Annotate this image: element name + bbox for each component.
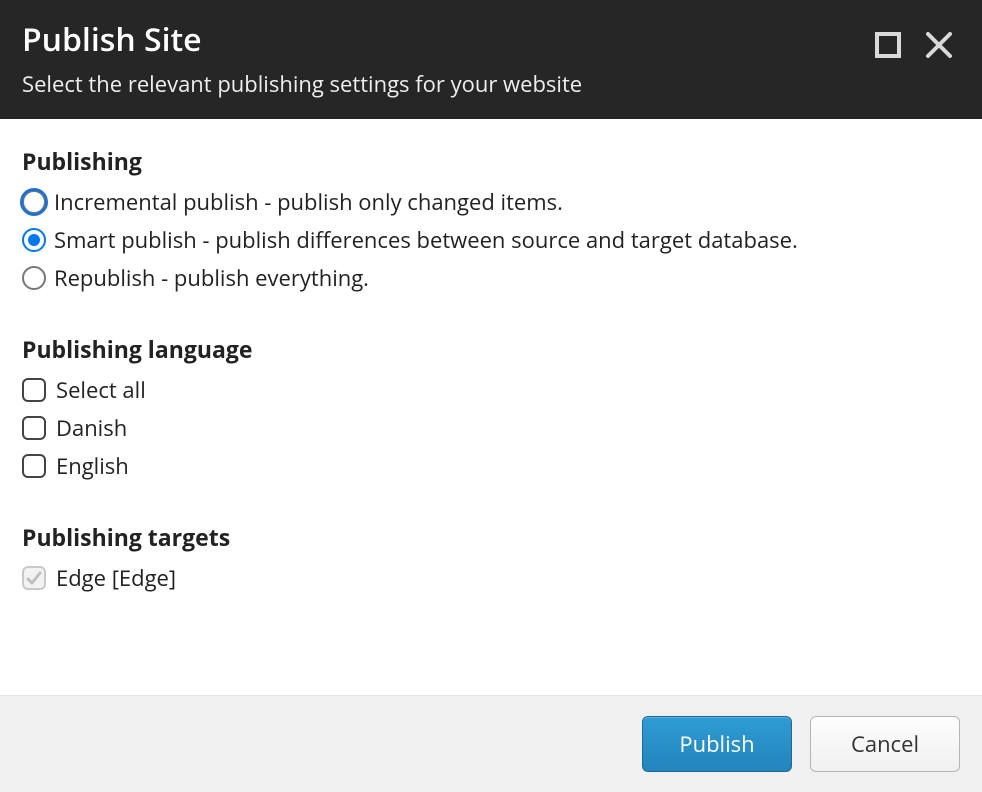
maximize-icon — [874, 31, 902, 59]
radio-label: Smart publish - publish differences betw… — [54, 225, 798, 255]
checkbox-icon — [22, 378, 46, 402]
close-button[interactable] — [924, 30, 954, 60]
header-icons — [874, 18, 960, 60]
radio-label: Republish - publish everything. — [54, 263, 369, 293]
publishing-options: Incremental publish - publish only chang… — [22, 187, 960, 293]
checkbox-label: Select all — [56, 375, 146, 405]
dialog-content: Publishing Incremental publish - publish… — [0, 119, 982, 695]
cancel-button[interactable]: Cancel — [810, 716, 960, 772]
radio-label: Incremental publish - publish only chang… — [54, 187, 563, 217]
publishing-radio-1[interactable]: Smart publish - publish differences betw… — [22, 225, 960, 255]
dialog-footer: Publish Cancel — [0, 695, 982, 792]
language-options: Select all Danish English — [22, 375, 960, 481]
dialog-header: Publish Site Select the relevant publish… — [0, 0, 982, 119]
header-text: Publish Site Select the relevant publish… — [22, 18, 874, 99]
publishing-radio-0[interactable]: Incremental publish - publish only chang… — [22, 187, 960, 217]
language-section-title: Publishing language — [22, 333, 960, 365]
language-section: Publishing language Select all Danish Engl… — [22, 333, 960, 481]
checkbox-icon — [22, 454, 46, 478]
targets-section: Publishing targets Edge [Edge] — [22, 521, 960, 593]
radio-icon — [22, 266, 46, 290]
targets-options: Edge [Edge] — [22, 563, 960, 593]
radio-icon — [22, 190, 46, 214]
publishing-section: Publishing Incremental publish - publish… — [22, 145, 960, 293]
radio-icon — [22, 228, 46, 252]
checkbox-icon — [22, 416, 46, 440]
language-checkbox-2[interactable]: English — [22, 451, 960, 481]
checkbox-label: English — [56, 451, 129, 481]
publishing-radio-2[interactable]: Republish - publish everything. — [22, 263, 960, 293]
publishing-section-title: Publishing — [22, 145, 960, 177]
targets-section-title: Publishing targets — [22, 521, 960, 553]
close-icon — [924, 30, 954, 60]
checkbox-label: Edge [Edge] — [56, 563, 176, 593]
checkbox-label: Danish — [56, 413, 127, 443]
publish-button[interactable]: Publish — [642, 716, 792, 772]
maximize-button[interactable] — [874, 30, 902, 60]
language-checkbox-1[interactable]: Danish — [22, 413, 960, 443]
dialog-title: Publish Site — [22, 18, 874, 61]
dialog-subtitle: Select the relevant publishing settings … — [22, 69, 874, 99]
checkbox-icon — [22, 566, 46, 590]
targets-checkbox-0: Edge [Edge] — [22, 563, 960, 593]
language-checkbox-0[interactable]: Select all — [22, 375, 960, 405]
